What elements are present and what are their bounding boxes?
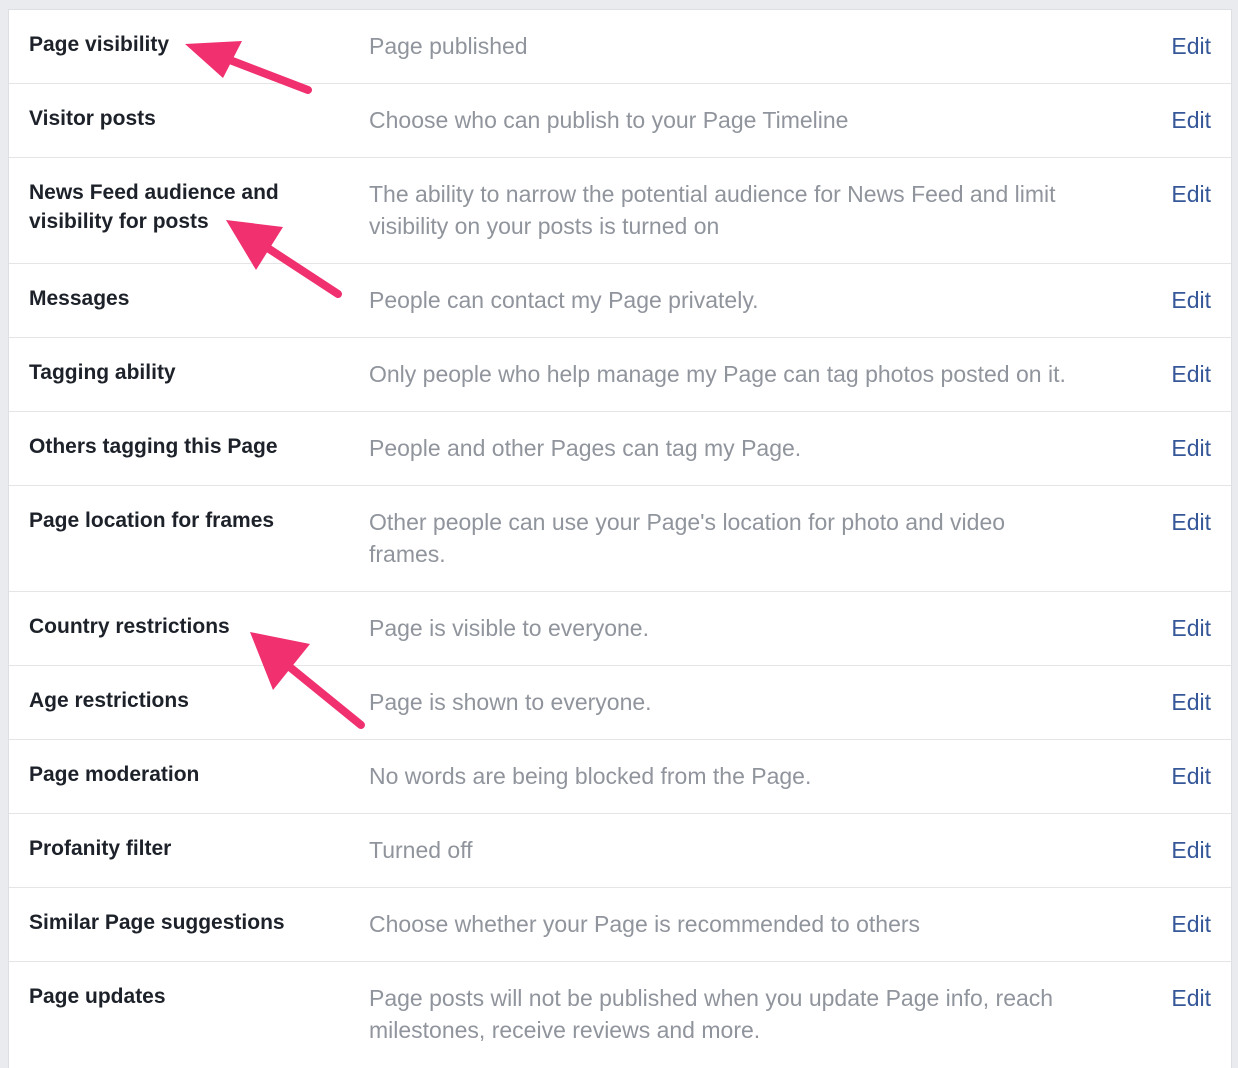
setting-row-similar-page-suggestions: Similar Page suggestions Choose whether … (9, 888, 1231, 962)
setting-row-news-feed-audience: News Feed audience and visibility for po… (9, 158, 1231, 264)
setting-row-messages: Messages People can contact my Page priv… (9, 264, 1231, 338)
setting-value: Turned off (369, 837, 473, 863)
setting-value: Page is shown to everyone. (369, 689, 652, 715)
setting-row-page-location-frames: Page location for frames Other people ca… (9, 486, 1231, 592)
setting-label: Visitor posts (29, 107, 156, 130)
setting-value: Page posts will not be published when yo… (369, 985, 1054, 1043)
edit-link[interactable]: Edit (1171, 686, 1211, 718)
setting-row-page-updates: Page updates Page posts will not be publ… (9, 962, 1231, 1068)
setting-value: Choose whether your Page is recommended … (369, 911, 921, 937)
setting-value: People and other Pages can tag my Page. (369, 435, 802, 461)
edit-link[interactable]: Edit (1171, 432, 1211, 464)
edit-link[interactable]: Edit (1171, 506, 1211, 538)
setting-row-page-moderation: Page moderation No words are being block… (9, 740, 1231, 814)
setting-label: Messages (29, 287, 130, 310)
setting-label: Page location for frames (29, 509, 275, 532)
setting-row-country-restrictions: Country restrictions Page is visible to … (9, 592, 1231, 666)
setting-label: Others tagging this Page (29, 435, 278, 458)
setting-row-tagging-ability: Tagging ability Only people who help man… (9, 338, 1231, 412)
general-settings-panel: Page visibility Page published Edit Visi… (8, 9, 1232, 1068)
setting-value: The ability to narrow the potential audi… (369, 181, 1056, 239)
setting-label: Country restrictions (29, 615, 230, 638)
setting-row-others-tagging: Others tagging this Page People and othe… (9, 412, 1231, 486)
setting-value: No words are being blocked from the Page… (369, 763, 812, 789)
setting-label: Page moderation (29, 763, 200, 786)
setting-value: Page is visible to everyone. (369, 615, 649, 641)
edit-link[interactable]: Edit (1171, 612, 1211, 644)
setting-row-page-visibility: Page visibility Page published Edit (9, 10, 1231, 84)
edit-link[interactable]: Edit (1171, 760, 1211, 792)
edit-link[interactable]: Edit (1171, 178, 1211, 210)
edit-link[interactable]: Edit (1171, 908, 1211, 940)
setting-label: Page visibility (29, 33, 170, 56)
edit-link[interactable]: Edit (1171, 834, 1211, 866)
setting-label: Tagging ability (29, 361, 176, 384)
setting-row-visitor-posts: Visitor posts Choose who can publish to … (9, 84, 1231, 158)
setting-row-profanity-filter: Profanity filter Turned off Edit (9, 814, 1231, 888)
setting-label: Age restrictions (29, 689, 189, 712)
edit-link[interactable]: Edit (1171, 30, 1211, 62)
settings-screen: Page visibility Page published Edit Visi… (0, 0, 1238, 1068)
setting-label: News Feed audience and visibility for po… (29, 181, 279, 233)
setting-value: People can contact my Page privately. (369, 287, 759, 313)
edit-link[interactable]: Edit (1171, 358, 1211, 390)
setting-value: Other people can use your Page's locatio… (369, 509, 1006, 567)
setting-label: Profanity filter (29, 837, 172, 860)
edit-link[interactable]: Edit (1171, 104, 1211, 136)
setting-value: Page published (369, 33, 528, 59)
setting-label: Similar Page suggestions (29, 911, 285, 934)
setting-row-age-restrictions: Age restrictions Page is shown to everyo… (9, 666, 1231, 740)
edit-link[interactable]: Edit (1171, 982, 1211, 1014)
setting-value: Choose who can publish to your Page Time… (369, 107, 849, 133)
setting-label: Page updates (29, 985, 166, 1008)
setting-value: Only people who help manage my Page can … (369, 361, 1066, 387)
edit-link[interactable]: Edit (1171, 284, 1211, 316)
